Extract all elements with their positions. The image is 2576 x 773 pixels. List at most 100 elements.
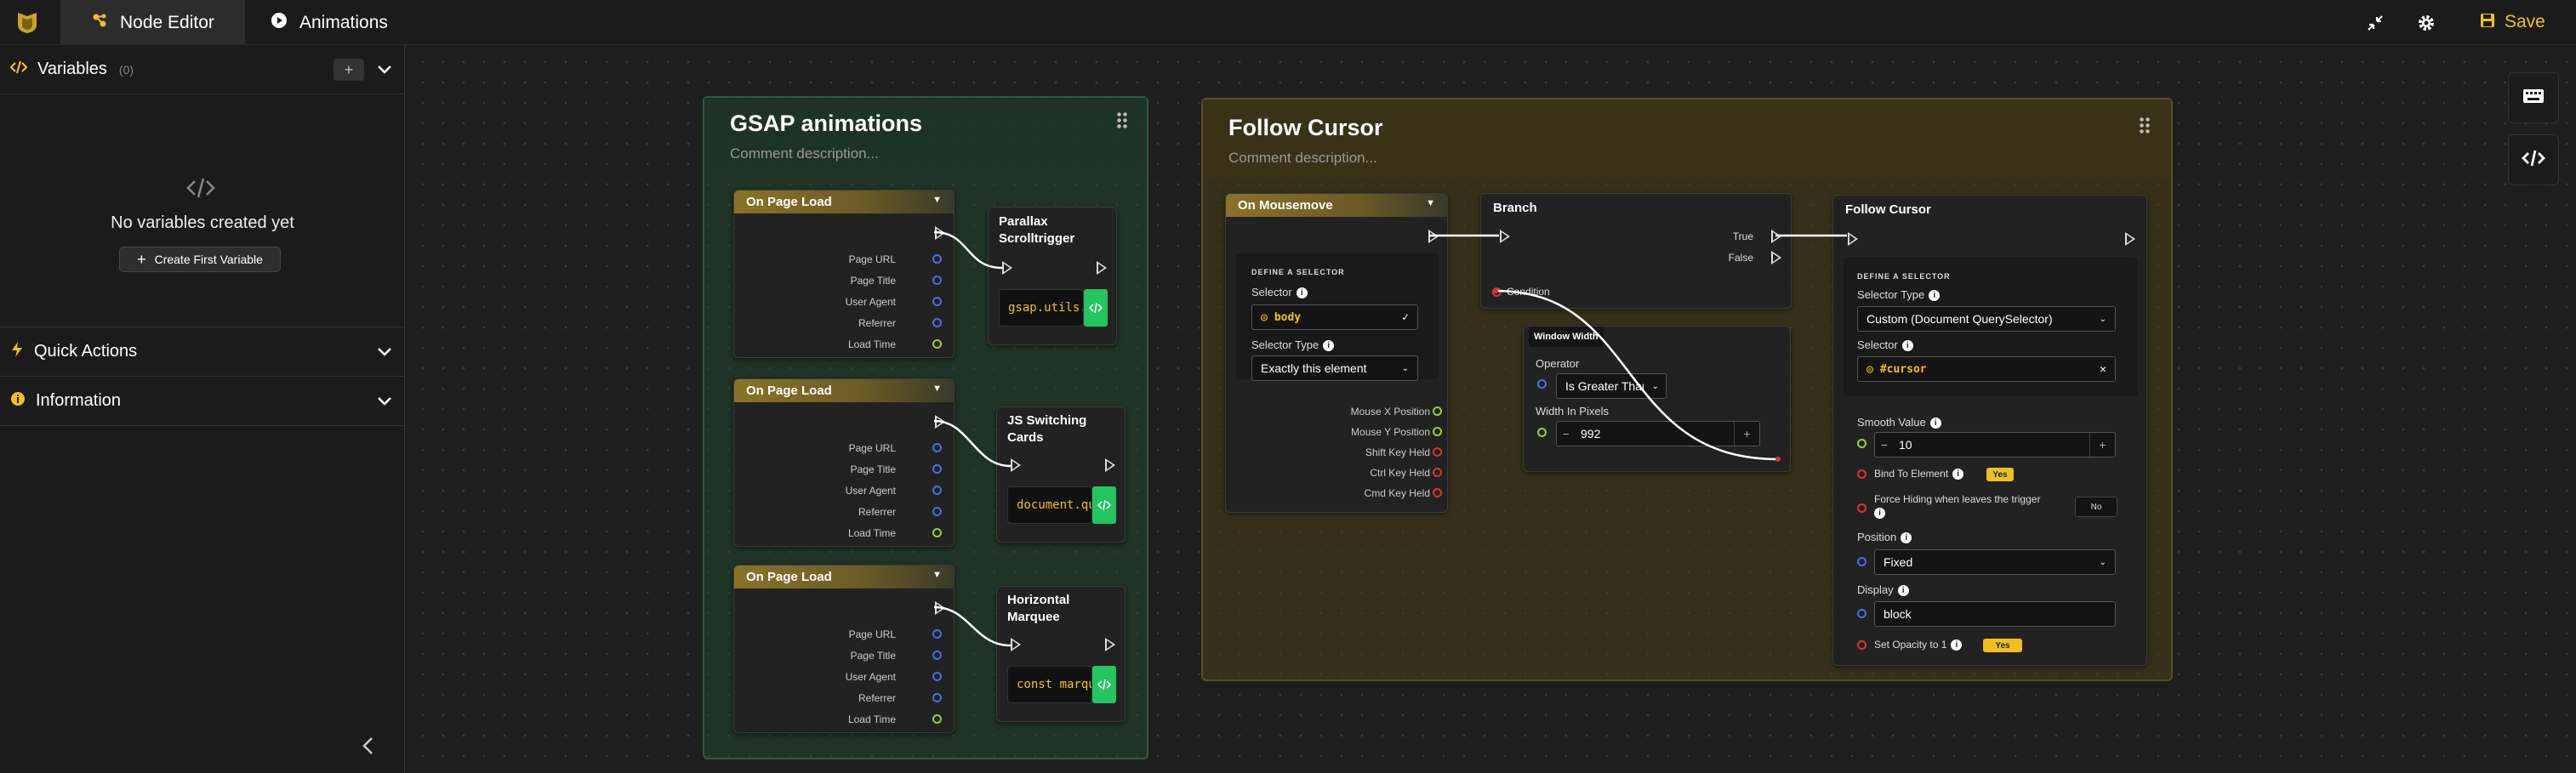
- code-node-switching-cards[interactable]: JS Switching Cards document.qu: [996, 406, 1126, 543]
- info-icon[interactable]: i: [1901, 340, 1913, 352]
- selector-type-select[interactable]: Exactly this element ⌄: [1251, 355, 1418, 381]
- selector-input[interactable]: ◎ body ✓: [1251, 304, 1418, 330]
- info-icon[interactable]: i: [1323, 340, 1335, 352]
- position-select[interactable]: Fixed ⌄: [1874, 549, 2116, 575]
- code-node-horizontal-marquee[interactable]: Horizontal Marquee const marqu: [996, 586, 1126, 722]
- info-icon[interactable]: i: [1897, 585, 1909, 597]
- output-pin[interactable]: [932, 528, 942, 537]
- close-icon[interactable]: ✕: [2100, 363, 2106, 376]
- chevron-down-icon[interactable]: ▼: [1426, 198, 1435, 208]
- width-stepper[interactable]: −992 +: [1556, 421, 1760, 446]
- keyboard-shortcuts-button[interactable]: [2508, 72, 2559, 123]
- info-icon[interactable]: i: [1951, 639, 1963, 651]
- minus-icon[interactable]: −: [1875, 438, 1894, 452]
- add-variable-button[interactable]: +: [333, 59, 364, 81]
- edit-code-button[interactable]: [1092, 666, 1116, 703]
- tab-animations[interactable]: Animations: [240, 0, 419, 45]
- code-view-button[interactable]: [2508, 134, 2559, 185]
- exec-in-pin[interactable]: [1011, 458, 1021, 472]
- output-pin[interactable]: [932, 297, 942, 306]
- operator-select[interactable]: Is Greater Than ⌄: [1556, 373, 1667, 399]
- on-page-load-node[interactable]: On Page Load ▼ Page URL Page Title User A…: [733, 190, 955, 358]
- info-icon[interactable]: i: [1901, 532, 1912, 544]
- plus-icon[interactable]: +: [1734, 422, 1759, 446]
- force-hiding-pin[interactable]: [1857, 503, 1866, 513]
- edit-code-button[interactable]: [1084, 289, 1108, 327]
- window-width-node[interactable]: Window Width Operator Is Greater Than ⌄ W…: [1523, 326, 1791, 472]
- group-description[interactable]: Comment description...: [730, 145, 879, 162]
- opacity-toggle[interactable]: Yes: [1983, 639, 2022, 652]
- exec-out-pin[interactable]: [1105, 458, 1115, 472]
- exec-out-pin[interactable]: [1428, 230, 1439, 243]
- create-first-variable-button[interactable]: + Create First Variable: [119, 247, 281, 272]
- exec-out-pin[interactable]: [2125, 232, 2135, 246]
- branch-node[interactable]: Branch True False Condition: [1480, 193, 1792, 309]
- drag-handle-icon[interactable]: [1116, 111, 1128, 130]
- chevron-down-icon[interactable]: ▼: [932, 195, 942, 205]
- chevron-down-icon[interactable]: ▼: [932, 570, 942, 580]
- output-pin[interactable]: [932, 254, 942, 264]
- follow-cursor-node[interactable]: Follow Cursor DEFINE A SELECTOR Selector…: [1832, 195, 2147, 666]
- output-pin[interactable]: [932, 464, 942, 474]
- operator-pin[interactable]: [1537, 379, 1547, 389]
- output-pin[interactable]: [1433, 488, 1442, 497]
- smooth-pin[interactable]: [1857, 439, 1866, 448]
- chevron-down-icon[interactable]: [376, 60, 393, 82]
- code-preview[interactable]: gsap.utils.: [999, 289, 1084, 327]
- exec-out-pin[interactable]: [935, 601, 945, 615]
- variables-header[interactable]: Variables (0) +: [0, 45, 405, 94]
- minus-icon[interactable]: −: [1557, 427, 1576, 440]
- width-pin[interactable]: [1537, 428, 1547, 437]
- edit-code-button[interactable]: [1092, 486, 1116, 524]
- true-exec-pin[interactable]: [1771, 230, 1781, 243]
- chevron-down-icon[interactable]: [376, 343, 393, 365]
- output-pin[interactable]: [1433, 447, 1442, 457]
- info-icon[interactable]: i: [1874, 508, 1885, 520]
- save-button[interactable]: Save: [2479, 9, 2545, 36]
- output-pin[interactable]: [932, 693, 942, 702]
- force-hiding-toggle[interactable]: No: [2075, 497, 2117, 517]
- chevron-down-icon[interactable]: [376, 392, 393, 414]
- drag-handle-icon[interactable]: [2139, 117, 2151, 135]
- condition-pin[interactable]: [1492, 287, 1502, 297]
- exec-out-pin[interactable]: [1105, 638, 1115, 651]
- info-icon[interactable]: i: [1952, 469, 1964, 480]
- information-header[interactable]: Information: [0, 377, 405, 426]
- output-pin[interactable]: [1433, 468, 1442, 477]
- false-exec-pin[interactable]: [1771, 251, 1781, 264]
- selector-type-select[interactable]: Custom (Document QuerySelector) ⌄: [1857, 306, 2116, 332]
- position-pin[interactable]: [1857, 557, 1866, 566]
- output-pin[interactable]: [932, 443, 942, 452]
- output-pin[interactable]: [932, 318, 942, 327]
- output-pin[interactable]: [932, 714, 942, 724]
- exec-in-pin[interactable]: [1002, 261, 1012, 275]
- on-page-load-node[interactable]: On Page Load ▼ Page URL Page Title User A…: [733, 565, 955, 733]
- exec-in-pin[interactable]: [1500, 230, 1510, 243]
- plus-icon[interactable]: +: [2089, 433, 2115, 457]
- display-pin[interactable]: [1857, 609, 1866, 618]
- output-pin[interactable]: [932, 486, 942, 495]
- output-pin[interactable]: [932, 629, 942, 639]
- exec-in-pin[interactable]: [1848, 232, 1858, 246]
- exec-out-pin[interactable]: [935, 226, 945, 240]
- on-mousemove-node[interactable]: On Mousemove ▼ DEFINE A SELECTOR Selector…: [1225, 193, 1448, 513]
- code-preview[interactable]: const marqu: [1007, 666, 1092, 703]
- group-description[interactable]: Comment description...: [1228, 150, 1377, 167]
- output-pin[interactable]: [1433, 406, 1442, 416]
- smooth-stepper[interactable]: −10 +: [1874, 432, 2116, 458]
- collapse-icon[interactable]: [2362, 10, 2388, 36]
- code-node-parallax[interactable]: Parallax Scrolltrigger gsap.utils.: [988, 207, 1117, 345]
- chevron-down-icon[interactable]: ▼: [932, 384, 942, 394]
- selector-input[interactable]: ◎ #cursor ✕: [1857, 356, 2116, 382]
- output-pin[interactable]: [1433, 427, 1442, 436]
- output-pin[interactable]: [932, 651, 942, 660]
- info-icon[interactable]: i: [1296, 287, 1308, 299]
- output-pin[interactable]: [932, 276, 942, 285]
- bind-toggle[interactable]: Yes: [1986, 468, 2014, 481]
- quick-actions-header[interactable]: Quick Actions: [0, 327, 405, 377]
- output-pin[interactable]: [932, 507, 942, 516]
- gear-icon[interactable]: [2414, 10, 2439, 36]
- output-pin[interactable]: [932, 339, 942, 349]
- code-preview[interactable]: document.qu: [1007, 486, 1092, 524]
- exec-out-pin[interactable]: [935, 415, 945, 429]
